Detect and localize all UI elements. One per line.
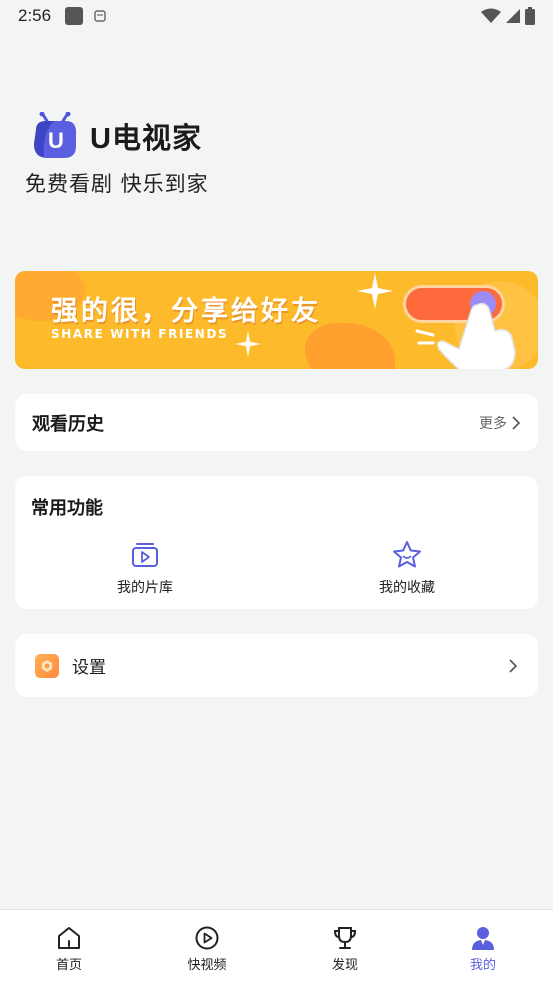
my-library-label: 我的片库 xyxy=(117,580,173,596)
star-icon xyxy=(393,541,421,568)
settings-label: 设置 xyxy=(72,658,106,678)
my-favorites-button[interactable]: 我的收藏 xyxy=(347,540,467,597)
play-icon xyxy=(195,926,219,950)
chevron-right-icon xyxy=(509,658,518,673)
status-time: 2:56 xyxy=(18,6,52,25)
battery-icon xyxy=(525,7,535,25)
share-banner[interactable]: 强的很，分享给好友 SHARE WITH FRIENDS xyxy=(15,271,538,369)
banner-title: 强的很，分享给好友 xyxy=(51,296,321,327)
my-library-button[interactable]: 我的片库 xyxy=(85,540,205,597)
logo-letter: U xyxy=(48,128,64,153)
bottom-tab-bar: 首页 快视频 发现 我的 xyxy=(0,909,553,984)
more-label: 更多 xyxy=(479,415,507,432)
common-functions-card: 常用功能 我的片库 我的收藏 xyxy=(15,476,538,609)
app-name: U电视家 xyxy=(90,123,202,155)
tab-short-video[interactable]: 快视频 xyxy=(167,924,247,973)
signal-icon xyxy=(506,9,520,23)
pointing-hand-icon xyxy=(415,302,516,369)
clipboard-icon xyxy=(94,10,106,22)
notification-app-icon xyxy=(65,7,84,25)
tab-discover[interactable]: 发现 xyxy=(305,924,385,973)
tab-home[interactable]: 首页 xyxy=(29,924,109,973)
tab-profile[interactable]: 我的 xyxy=(443,924,523,973)
tab-profile-label: 我的 xyxy=(469,958,496,973)
settings-row[interactable]: 设置 xyxy=(15,634,538,697)
tab-home-label: 首页 xyxy=(55,958,82,973)
trophy-icon xyxy=(333,927,357,949)
brand-header: U U电视家 xyxy=(32,112,202,160)
library-icon xyxy=(132,543,158,567)
watch-history-row[interactable]: 观看历史 更多 xyxy=(15,394,538,451)
common-functions-label: 常用功能 xyxy=(31,498,103,519)
more-link[interactable]: 更多 xyxy=(479,413,521,433)
wifi-icon xyxy=(481,8,501,23)
app-slogan: 免费看剧 快乐到家 xyxy=(25,172,209,196)
settings-icon xyxy=(35,653,59,678)
chevron-right-icon xyxy=(512,415,521,430)
my-favorites-label: 我的收藏 xyxy=(379,580,435,596)
tab-discover-label: 发现 xyxy=(331,958,358,973)
profile-icon xyxy=(472,927,494,950)
banner-decoration xyxy=(305,323,395,369)
status-bar: 2:56 xyxy=(0,0,553,32)
app-logo-icon: U xyxy=(34,112,76,158)
tab-short-video-label: 快视频 xyxy=(187,958,227,973)
banner-subtitle: SHARE WITH FRIENDS xyxy=(51,327,229,341)
sparkle-icon xyxy=(357,273,393,309)
sparkle-icon xyxy=(235,331,261,357)
watch-history-label: 观看历史 xyxy=(32,413,104,435)
home-icon xyxy=(58,927,80,949)
